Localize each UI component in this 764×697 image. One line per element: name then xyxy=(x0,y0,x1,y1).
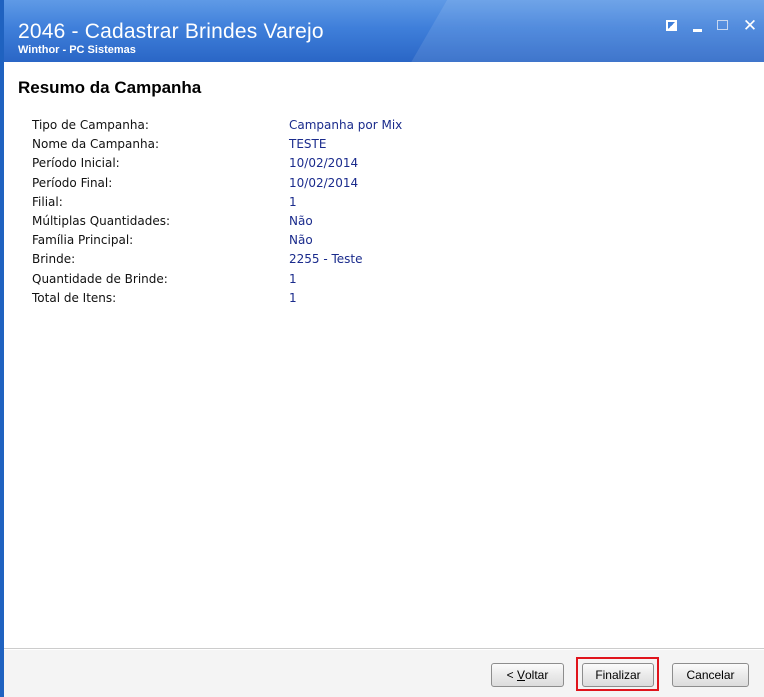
title-bar[interactable]: 2046 - Cadastrar Brindes Varejo Winthor … xyxy=(4,0,764,62)
summary-label: Filial: xyxy=(32,194,63,209)
summary-value: 1 xyxy=(289,290,297,305)
back-button-label: oltar xyxy=(525,668,549,682)
summary-value: 1 xyxy=(289,271,297,286)
summary-value: Não xyxy=(289,213,313,228)
window-subtitle: Winthor - PC Sistemas xyxy=(18,44,136,56)
summary-row: Brinde: 2255 - Teste xyxy=(32,250,402,269)
summary-label: Nome da Campanha: xyxy=(32,137,159,152)
summary-value: 2255 - Teste xyxy=(289,252,363,267)
summary-label: Total de Itens: xyxy=(32,290,117,305)
summary-row: Filial: 1 xyxy=(32,193,402,212)
summary-label: Quantidade de Brinde: xyxy=(32,271,168,286)
close-icon[interactable]: ✕ xyxy=(742,18,758,35)
restore-icon[interactable] xyxy=(664,18,680,34)
summary-label: Brinde: xyxy=(32,252,76,267)
cancel-button[interactable]: Cancelar xyxy=(672,663,749,687)
back-button[interactable]: < Voltar xyxy=(491,663,564,687)
summary-label: Família Principal: xyxy=(32,233,134,248)
summary-value: 1 xyxy=(289,194,297,209)
minimize-icon[interactable] xyxy=(690,18,706,34)
summary-value: Campanha por Mix xyxy=(289,118,403,132)
summary-row: Nome da Campanha: TESTE xyxy=(32,135,402,154)
summary-row: Período Inicial: 10/02/2014 xyxy=(32,154,402,173)
summary-value: Não xyxy=(289,233,313,248)
summary-panel: Resumo da Campanha Tipo de Campanha: Cam… xyxy=(4,62,764,632)
maximize-icon[interactable] xyxy=(716,18,732,34)
summary-label: Período Inicial: xyxy=(32,156,120,171)
window-controls: ✕ xyxy=(664,18,758,35)
summary-label: Múltiplas Quantidades: xyxy=(32,213,171,228)
wizard-window: 2046 - Cadastrar Brindes Varejo Winthor … xyxy=(0,0,764,697)
summary-row: Período Final: 10/02/2014 xyxy=(32,174,402,193)
summary-list: Tipo de Campanha: Campanha por Mix Nome … xyxy=(32,116,402,308)
summary-row: Família Principal: Não xyxy=(32,231,402,250)
summary-row: Total de Itens: 1 xyxy=(32,289,402,308)
summary-value: TESTE xyxy=(289,137,327,152)
summary-heading: Resumo da Campanha xyxy=(18,78,202,97)
window-title: 2046 - Cadastrar Brindes Varejo xyxy=(18,20,324,43)
summary-value: 10/02/2014 xyxy=(289,175,359,190)
summary-row: Tipo de Campanha: Campanha por Mix xyxy=(32,116,402,135)
summary-row: Múltiplas Quantidades: Não xyxy=(32,212,402,231)
summary-value: 10/02/2014 xyxy=(289,156,359,171)
back-button-mnemonic: V xyxy=(516,668,525,682)
summary-row: Quantidade de Brinde: 1 xyxy=(32,270,402,289)
summary-label: Tipo de Campanha: xyxy=(32,118,149,132)
finish-button-highlight xyxy=(576,657,659,691)
summary-label: Período Final: xyxy=(32,175,113,190)
back-button-prefix: < xyxy=(506,668,517,682)
